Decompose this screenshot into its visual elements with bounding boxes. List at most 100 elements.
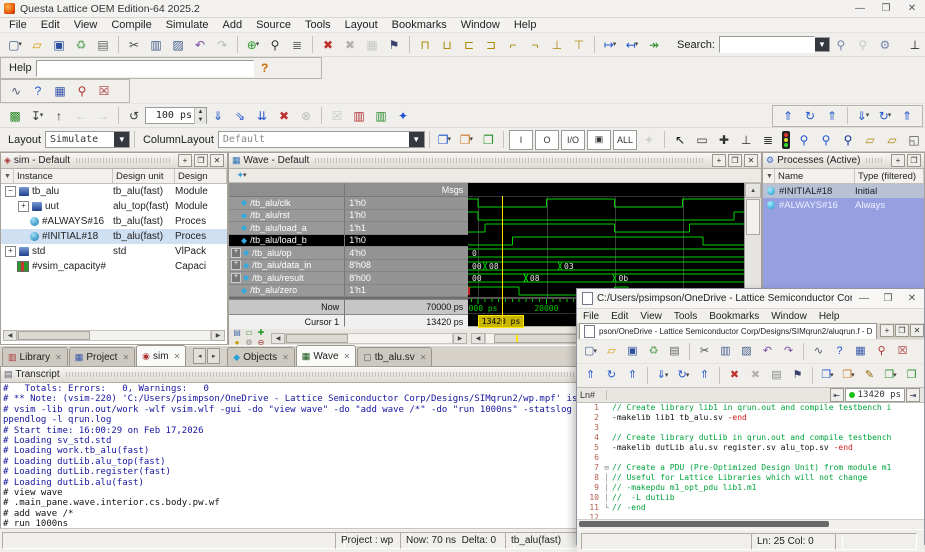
wave-edit-stretch-button[interactable]: ¬	[525, 35, 545, 55]
bookmark-help-button[interactable]: ?	[28, 81, 48, 101]
copy-button[interactable]: ▥	[146, 35, 166, 55]
sim-tree-row[interactable]: #vsim_capacity#Capaci	[1, 259, 227, 274]
menu-view[interactable]: View	[67, 19, 105, 31]
redo-button[interactable]: ↷	[212, 35, 232, 55]
zoom-out-button[interactable]: ⚲	[816, 130, 836, 150]
editor-menu-help[interactable]: Help	[813, 311, 846, 322]
expand-icon[interactable]: +	[231, 260, 241, 270]
editor-menu-window[interactable]: Window	[765, 311, 813, 322]
tab-page-right-icon[interactable]: ▸	[207, 348, 220, 364]
collapse-time-button[interactable]: ↤▾	[622, 35, 642, 55]
compile-button[interactable]: ♻	[71, 35, 91, 55]
wave-edit-insert-button[interactable]: ⌐	[503, 35, 523, 55]
window-layout-green-button[interactable]: ❐	[478, 130, 498, 150]
find-instance-button[interactable]: ⚲	[72, 81, 92, 101]
processes-panel-grip[interactable]	[866, 158, 883, 163]
editor-menu-view[interactable]: View	[634, 311, 668, 322]
delete-cursor-button[interactable]: ✖	[318, 35, 338, 55]
editor-insert-cursor-button[interactable]: ✖	[746, 366, 765, 385]
env-forward-button[interactable]: →	[93, 106, 113, 126]
add-time-marker-button[interactable]: ⊥	[905, 35, 925, 55]
traffic-light-icon[interactable]	[782, 131, 790, 149]
stamp-restore-button[interactable]: ▱	[882, 130, 902, 150]
wave-add-button[interactable]: +	[712, 154, 726, 167]
editor-print-button[interactable]: ▤	[665, 342, 684, 361]
editor-open-button[interactable]: ▱	[602, 342, 621, 361]
menu-window[interactable]: Window	[454, 19, 507, 31]
code-line[interactable]: 9│// -makepdu m1_opt_pdu lib1.m1	[577, 483, 924, 493]
wave-edit-cut-button[interactable]: ⊓	[415, 35, 435, 55]
menu-simulate[interactable]: Simulate	[159, 19, 216, 31]
editor-menu-tools[interactable]: Tools	[668, 311, 703, 322]
editor-copy-button[interactable]: ▥	[716, 342, 735, 361]
code-line[interactable]: 8│// Useful for Lattice Libraries which …	[577, 473, 924, 483]
wave-signal-value[interactable]: 1'h1	[345, 222, 468, 235]
search-prev-button[interactable]: ⚲	[853, 35, 873, 55]
tab-objects[interactable]: ◆Objects✕	[227, 347, 295, 366]
tab-sim[interactable]: ◉sim✕	[136, 345, 186, 366]
scroll-thumb[interactable]	[286, 334, 348, 343]
layout-combo[interactable]: Simulate ▼	[45, 131, 130, 148]
time-back-icon[interactable]: ⇤	[830, 388, 844, 402]
processes-panel-header[interactable]: ⚙ Processes (Active) + ❐	[763, 153, 924, 169]
editor-config-blue-button[interactable]: ❐▾	[818, 366, 837, 385]
run-length-spinner[interactable]: 100 ps ▲▼	[145, 107, 207, 124]
expand-icon[interactable]: +	[231, 273, 241, 283]
expand-icon[interactable]: +	[231, 248, 241, 258]
wave-cursor-line[interactable]	[502, 196, 503, 326]
editor-cut-button[interactable]: ✂	[695, 342, 714, 361]
wave-panel-grip[interactable]	[315, 158, 704, 163]
maximize-button[interactable]: ❐	[873, 0, 899, 17]
wave-signal-name[interactable]: +◆/tb_alu/data_in	[229, 260, 344, 273]
code-line[interactable]: 5-makelib dutLib alu.sv register.sv alu_…	[577, 443, 924, 453]
code-line[interactable]: 4// Create library dutLib in qrun.out an…	[577, 433, 924, 443]
menu-tools[interactable]: Tools	[298, 19, 338, 31]
tab-close-icon[interactable]: ✕	[174, 352, 181, 361]
processes-add-button[interactable]: +	[891, 154, 905, 167]
wave-signal-value[interactable]: 1'h0	[345, 197, 468, 210]
code-line[interactable]: 1// Create library lib1 in qrun.out and …	[577, 403, 924, 413]
wave-edit-delete-button[interactable]: ⊐	[481, 35, 501, 55]
comb-filter-button[interactable]: ▦	[50, 81, 70, 101]
collapse-icon[interactable]: −	[5, 186, 16, 197]
dock-top-button[interactable]: ⇑	[897, 106, 917, 126]
wave-panel-header[interactable]: ▦ Wave - Default + ❐ ✕	[229, 153, 761, 169]
editor-hscroll-thumb[interactable]	[579, 521, 829, 527]
help-search-icon[interactable]: ?	[255, 58, 275, 78]
sim-undock-button[interactable]: ❐	[194, 154, 208, 167]
editor-minimize-button[interactable]: —	[852, 289, 876, 308]
run-length-down-icon[interactable]: ▼	[195, 116, 206, 124]
wave-add-icon[interactable]: ✚	[255, 328, 267, 338]
editor-move-top-button[interactable]: ⇑	[581, 366, 600, 385]
zoom-full-button[interactable]: ⚲	[838, 130, 858, 150]
fold-box-icon[interactable]: ⊟	[601, 463, 612, 473]
signal-waveform[interactable]	[468, 222, 744, 235]
wave-signal-name[interactable]: ◆/tb_alu/clk	[229, 197, 344, 210]
code-line[interactable]: 10│// -L dutLib	[577, 493, 924, 503]
edit-mode-button[interactable]: ≣	[758, 130, 778, 150]
wave-vscroll-thumb[interactable]	[746, 199, 760, 235]
environment-button[interactable]: ▩	[5, 106, 25, 126]
wand-button[interactable]: ✦	[639, 130, 659, 150]
menu-help[interactable]: Help	[507, 19, 544, 31]
goto-transition-button[interactable]: ↠	[644, 35, 664, 55]
editor-menu-bookmarks[interactable]: Bookmarks	[703, 311, 765, 322]
sim-panel-header[interactable]: ◈ sim - Default + ❐ ✕	[1, 153, 227, 169]
step-button[interactable]: ↧▾	[27, 106, 47, 126]
menu-edit[interactable]: Edit	[34, 19, 67, 31]
wave-signal-name[interactable]: ◆/tb_alu/load_a	[229, 222, 344, 235]
wave-signal-value[interactable]: 8'h08	[345, 260, 468, 273]
io-filter-o[interactable]: O	[535, 130, 559, 150]
editor-force-button[interactable]: ∿	[809, 342, 828, 361]
scroll-left-icon[interactable]: ◀	[3, 330, 17, 341]
open-file-button[interactable]: ▱	[27, 35, 47, 55]
editor-new-button[interactable]: ▢▾	[581, 342, 600, 361]
no-force-button[interactable]: ☒	[327, 106, 347, 126]
time-forward-icon[interactable]: ⇥	[906, 388, 920, 402]
editor-delete-bookmark-button[interactable]: ☒	[893, 342, 912, 361]
code-line[interactable]: 11└// -end	[577, 503, 924, 513]
menu-file[interactable]: File	[2, 19, 34, 31]
performance-button[interactable]: ▥	[349, 106, 369, 126]
scroll-up-icon[interactable]: ▲	[745, 183, 761, 198]
window-layout-blue-button[interactable]: ❐▾	[434, 130, 454, 150]
